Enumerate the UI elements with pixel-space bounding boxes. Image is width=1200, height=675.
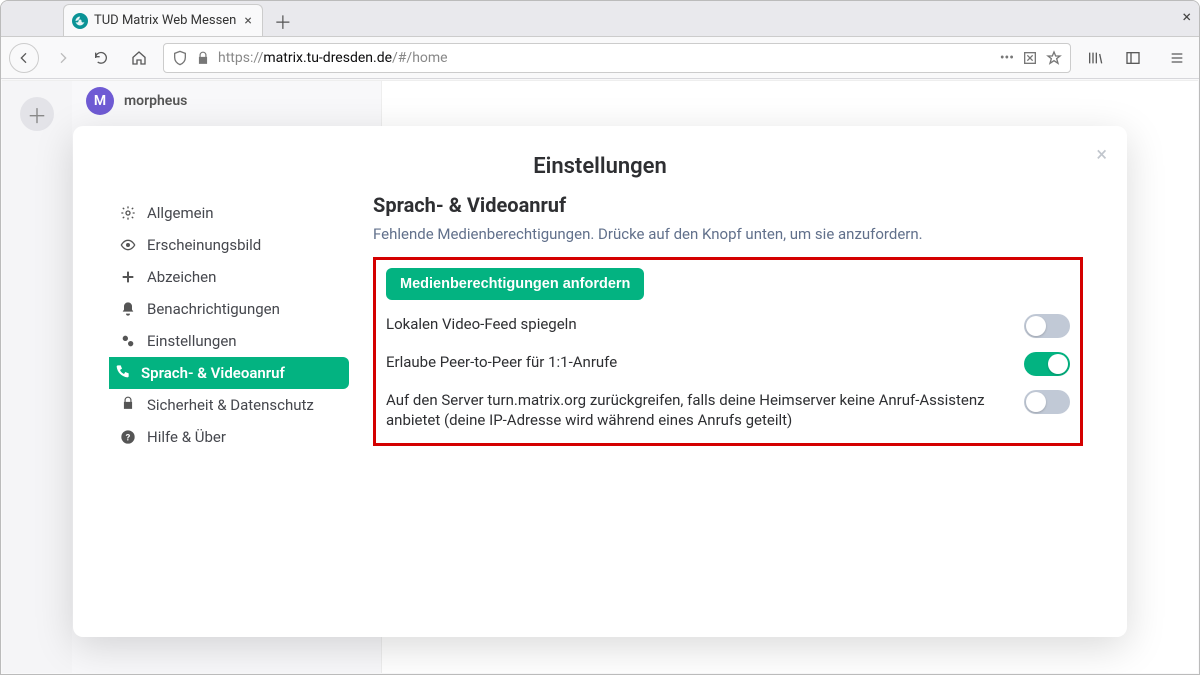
url-bar[interactable]: https://matrix.tu-dresden.de/#/home ••• <box>163 43 1071 73</box>
browser-navbar: https://matrix.tu-dresden.de/#/home ••• <box>1 37 1199 79</box>
close-icon[interactable]: × <box>1096 142 1107 166</box>
nav-help[interactable]: ? Hilfe & Über <box>109 421 349 453</box>
setting-label: Erlaube Peer-to-Peer für 1:1-Anrufe <box>386 352 1008 372</box>
nav-label: Sprach- & Videoanruf <box>141 364 285 382</box>
setting-label: Auf den Server turn.matrix.org zurückgre… <box>386 390 1008 431</box>
sidebar-icon[interactable] <box>1119 44 1147 72</box>
nav-notifications[interactable]: Benachrichtigungen <box>109 293 349 325</box>
tracking-shield-icon[interactable] <box>172 50 188 66</box>
tab-favicon <box>72 13 88 29</box>
nav-flair[interactable]: Abzeichen <box>109 261 349 293</box>
sliders-icon <box>119 333 137 349</box>
url-path: /#/home <box>392 50 448 66</box>
home-button[interactable] <box>125 44 153 72</box>
bell-icon <box>119 301 137 317</box>
gear-icon <box>119 205 137 221</box>
plus-icon <box>119 269 137 285</box>
nav-security[interactable]: Sicherheit & Datenschutz <box>109 389 349 421</box>
nav-label: Abzeichen <box>147 268 216 286</box>
toggle-p2p[interactable] <box>1024 352 1070 376</box>
nav-label: Benachrichtigungen <box>147 300 280 318</box>
lock-icon <box>119 396 137 410</box>
eye-icon <box>119 237 137 253</box>
url-prefix: https:// <box>218 50 263 66</box>
reader-shield-icon[interactable] <box>1022 50 1038 66</box>
window-close-icon[interactable]: × <box>1182 7 1191 26</box>
question-icon: ? <box>119 429 137 445</box>
phone-icon <box>113 364 131 380</box>
forward-button[interactable] <box>49 44 77 72</box>
toggle-mirror-video[interactable] <box>1024 314 1070 338</box>
new-tab-button[interactable]: ＋ <box>269 8 297 36</box>
url-host: matrix.tu-dresden.de <box>263 50 392 66</box>
nav-voice-video[interactable]: Sprach- & Videoanruf <box>109 357 349 389</box>
highlighted-section: Medienberechtigungen anfordern Lokalen V… <box>373 257 1083 446</box>
setting-p2p: Erlaube Peer-to-Peer für 1:1-Anrufe <box>386 352 1070 376</box>
create-room-button[interactable]: ＋ <box>20 97 54 131</box>
browser-tabbar: TUD Matrix Web Messen × ＋ × <box>1 1 1199 37</box>
reload-button[interactable] <box>87 44 115 72</box>
username-label: morpheus <box>124 93 187 109</box>
nav-label: Erscheinungsbild <box>147 236 261 254</box>
library-icon[interactable] <box>1081 44 1109 72</box>
menu-icon[interactable] <box>1163 44 1191 72</box>
settings-nav: Allgemein Erscheinungsbild Abzeichen <box>109 193 349 609</box>
lock-icon[interactable] <box>196 51 210 65</box>
section-description: Fehlende Medienberechtigungen. Drücke au… <box>373 225 1083 243</box>
bookmark-star-icon[interactable] <box>1046 50 1062 66</box>
browser-tab[interactable]: TUD Matrix Web Messen × <box>63 4 263 36</box>
setting-mirror-video: Lokalen Video-Feed spiegeln <box>386 314 1070 338</box>
setting-label: Lokalen Video-Feed spiegeln <box>386 314 1008 334</box>
back-button[interactable] <box>9 43 39 73</box>
settings-content: Sprach- & Videoanruf Fehlende Medienbere… <box>349 193 1091 609</box>
nav-appearance[interactable]: Erscheinungsbild <box>109 229 349 261</box>
app-left-panel: ＋ <box>2 81 72 673</box>
settings-modal: × Einstellungen Allgemein Erscheinungsbi… <box>73 126 1127 637</box>
section-heading: Sprach- & Videoanruf <box>373 193 1083 217</box>
setting-turn-fallback: Auf den Server turn.matrix.org zurückgre… <box>386 390 1070 431</box>
url-text: https://matrix.tu-dresden.de/#/home <box>218 50 992 66</box>
nav-label: Sicherheit & Datenschutz <box>147 396 314 414</box>
user-header[interactable]: M morpheus <box>72 81 381 121</box>
modal-title: Einstellungen <box>109 154 1091 179</box>
toggle-turn-fallback[interactable] <box>1024 390 1070 414</box>
avatar: M <box>86 87 114 115</box>
tab-close-icon[interactable]: × <box>242 13 253 29</box>
nav-general[interactable]: Allgemein <box>109 197 349 229</box>
svg-text:?: ? <box>126 432 131 443</box>
nav-label: Allgemein <box>147 204 214 222</box>
nav-label: Einstellungen <box>147 332 237 350</box>
request-permissions-button[interactable]: Medienberechtigungen anfordern <box>386 268 644 300</box>
tab-title: TUD Matrix Web Messen <box>94 13 236 28</box>
nav-label: Hilfe & Über <box>147 428 226 446</box>
nav-preferences[interactable]: Einstellungen <box>109 325 349 357</box>
page-actions-icon[interactable]: ••• <box>1000 50 1014 66</box>
